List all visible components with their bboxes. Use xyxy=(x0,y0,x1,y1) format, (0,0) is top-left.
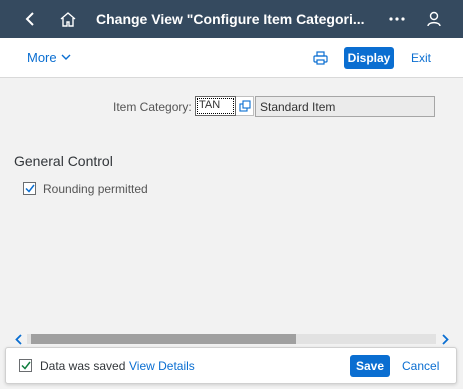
checkmark-icon xyxy=(24,184,35,193)
success-icon xyxy=(19,359,32,372)
chevron-down-icon xyxy=(61,54,71,60)
page-title: Change View "Configure Item Categori... xyxy=(96,11,365,27)
shell-bar: Change View "Configure Item Categori... xyxy=(0,0,463,38)
value-help-icon[interactable] xyxy=(236,96,254,116)
rounding-permitted-label: Rounding permitted xyxy=(43,182,148,196)
status-message: Data was saved xyxy=(40,359,126,373)
print-icon[interactable] xyxy=(310,48,330,68)
section-title-general-control: General Control xyxy=(14,153,113,169)
rounding-permitted-checkbox[interactable] xyxy=(23,182,36,195)
horizontal-scrollbar[interactable] xyxy=(0,332,463,346)
view-details-link[interactable]: View Details xyxy=(129,359,195,373)
user-icon[interactable] xyxy=(423,0,445,38)
display-button[interactable]: Display xyxy=(344,47,394,69)
overflow-icon[interactable] xyxy=(386,0,408,38)
more-menu-button[interactable]: More xyxy=(27,50,71,65)
exit-button[interactable]: Exit xyxy=(411,51,431,65)
scroll-left-icon[interactable] xyxy=(11,332,25,346)
item-category-label: Item Category: xyxy=(113,100,192,114)
back-icon[interactable] xyxy=(20,0,40,38)
scrollbar-thumb[interactable] xyxy=(31,334,296,344)
item-category-description: Standard Item xyxy=(255,96,435,117)
save-button[interactable]: Save xyxy=(350,355,390,377)
more-label: More xyxy=(27,50,57,65)
cancel-button[interactable]: Cancel xyxy=(402,359,439,373)
item-category-input[interactable]: TAN xyxy=(195,96,236,116)
home-icon[interactable] xyxy=(57,0,79,38)
scroll-right-icon[interactable] xyxy=(438,332,452,346)
footer-bar: Data was saved View Details Save Cancel xyxy=(5,347,457,384)
